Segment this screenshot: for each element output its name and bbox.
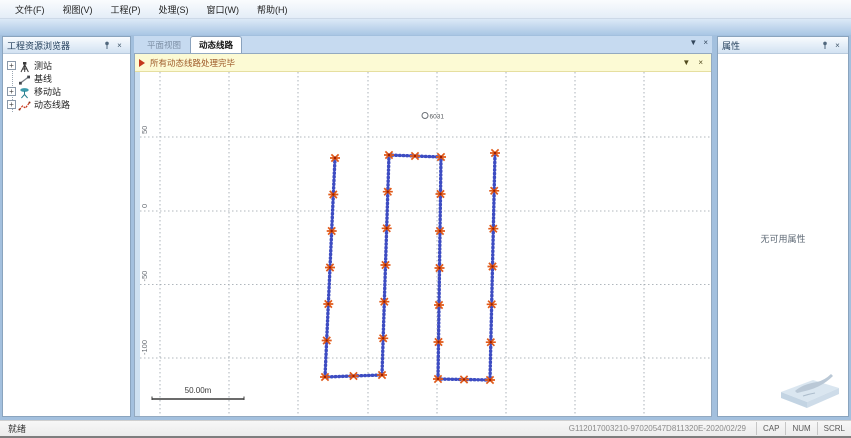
tab-close-icon[interactable]: ×	[703, 38, 708, 47]
tree-item-label: 移动站	[34, 85, 61, 98]
toolbar-strip	[0, 19, 851, 35]
expand-plus-icon[interactable]: +	[7, 100, 16, 109]
scale-bar-label: 50.00m	[185, 386, 212, 395]
project-explorer-title: 工程资源浏览器	[7, 39, 70, 52]
y-axis-tick-label: 50	[140, 126, 149, 134]
event-star-marker[interactable]	[349, 372, 359, 379]
message-close-icon[interactable]: ×	[698, 58, 703, 67]
close-icon[interactable]: ×	[113, 39, 126, 52]
no-properties-text: 无可用属性	[718, 232, 848, 245]
status-ready-text: 就绪	[0, 422, 569, 435]
tree-item-label: 测站	[34, 59, 52, 72]
tab-plan-view[interactable]: 平面视图	[139, 37, 189, 53]
expand-plus-icon[interactable]: +	[7, 87, 16, 96]
menu-view[interactable]: 视图(V)	[54, 1, 102, 18]
message-bar: 所有动态线路处理完毕 ▼ ×	[135, 54, 711, 72]
properties-header: 属性 ×	[718, 37, 848, 54]
menu-project[interactable]: 工程(P)	[102, 1, 150, 18]
tree-item-stations[interactable]: + 测站	[7, 59, 130, 72]
y-axis-tick-label: -100	[140, 340, 149, 355]
tab-list-chevron-icon[interactable]: ▼	[689, 38, 697, 47]
route-track-base	[325, 153, 495, 380]
num-lock-indicator[interactable]: NUM	[785, 422, 816, 435]
route-plot-canvas[interactable]: 50 0 -50 -100 6031 50.00m	[135, 72, 711, 416]
resource-tree: + 测站 + 基线 + 移动站 + 动态线路	[3, 54, 130, 111]
tree-item-label: 基线	[34, 72, 52, 85]
scroll-lock-indicator[interactable]: SCRL	[817, 422, 851, 435]
project-explorer-panel: 工程资源浏览器 × + 测站 + 基线 + 移动站	[2, 36, 131, 417]
pin-icon[interactable]	[100, 39, 113, 52]
tree-item-label: 动态线路	[34, 98, 70, 111]
kinematic-route-view: 所有动态线路处理完毕 ▼ × 50 0 -50 -100 6031 50.00m	[134, 53, 712, 417]
properties-title: 属性	[722, 39, 740, 52]
station-icon	[18, 60, 31, 72]
properties-panel: 属性 × 无可用属性	[717, 36, 849, 417]
message-text: 所有动态线路处理完毕	[150, 57, 682, 69]
pin-icon[interactable]	[818, 39, 831, 52]
tab-kinematic-route[interactable]: 动态线路	[190, 36, 242, 53]
document-tab-bar: 平面视图 动态线路 ▼ ×	[134, 36, 712, 53]
rover-icon	[18, 86, 31, 98]
y-axis-tick-label: 0	[140, 204, 149, 208]
menu-help[interactable]: 帮助(H)	[248, 1, 297, 18]
message-flag-icon	[139, 59, 145, 67]
message-chevron-icon[interactable]: ▼	[682, 58, 690, 67]
y-axis-tick-label: -50	[140, 271, 149, 282]
menu-bar: 文件(F) 视图(V) 工程(P) 处理(S) 窗口(W) 帮助(H)	[0, 0, 851, 19]
menu-file[interactable]: 文件(F)	[6, 1, 54, 18]
document-area: 平面视图 动态线路 ▼ × 所有动态线路处理完毕 ▼ × 50 0 -50 -100 6…	[134, 36, 712, 417]
route-icon	[18, 99, 31, 111]
menu-window[interactable]: 窗口(W)	[198, 1, 249, 18]
event-star-marker[interactable]	[459, 376, 469, 383]
status-bar: 就绪 G112017003210-97020547D811320E-2020/0…	[0, 420, 851, 438]
survey-point-marker[interactable]	[422, 113, 428, 119]
close-icon[interactable]: ×	[831, 39, 844, 52]
watermark-logo	[773, 366, 845, 410]
route-track[interactable]	[325, 153, 495, 380]
plot-left-ruler-strip	[135, 72, 140, 416]
tree-item-kinematic-routes[interactable]: + 动态线路	[7, 98, 130, 111]
caps-lock-indicator[interactable]: CAP	[756, 422, 785, 435]
status-session-id: G112017003210-97020547D811320E-2020/02/2…	[569, 424, 756, 433]
baseline-icon	[18, 73, 31, 85]
menu-process[interactable]: 处理(S)	[150, 1, 198, 18]
project-explorer-header: 工程资源浏览器 ×	[3, 37, 130, 54]
event-star-marker[interactable]	[410, 152, 420, 159]
expand-plus-icon[interactable]: +	[7, 61, 16, 70]
tree-item-baselines[interactable]: + 基线	[7, 72, 130, 85]
tree-item-rovers[interactable]: + 移动站	[7, 85, 130, 98]
route-plot: 50 0 -50 -100 6031 50.00m	[135, 72, 711, 416]
survey-point-label: 6031	[430, 114, 445, 121]
